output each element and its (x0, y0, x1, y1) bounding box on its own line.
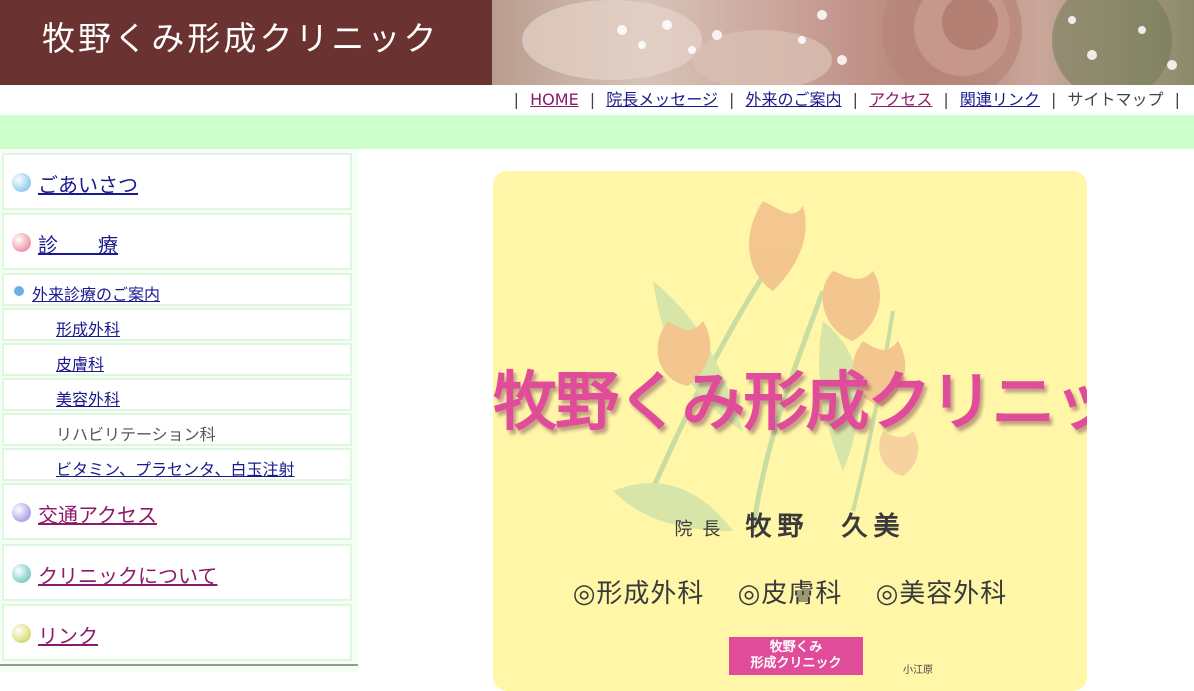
sidebar-item-label: リハビリテーション科 (56, 425, 216, 444)
nav-separator: | (1051, 90, 1057, 109)
sphere-bullet-icon (12, 233, 31, 252)
sidebar-item-rehabilitation: リハビリテーション科 (2, 413, 352, 446)
sidebar-item-label[interactable]: ごあいさつ (38, 169, 138, 198)
nav-related-links-link[interactable]: 関連リンク (960, 90, 1040, 109)
sidebar-item-cosmetic-surgery[interactable]: 美容外科 (2, 378, 352, 411)
sidebar-item-outpatient-guide[interactable]: 外来診療のご案内 (2, 273, 352, 306)
sphere-bullet-icon (12, 503, 31, 522)
sidebar-item-label[interactable]: 皮膚科 (56, 351, 104, 375)
sidebar-item-access[interactable]: 交通アクセス (2, 483, 352, 540)
poster-director: 院長 牧野 久美 (493, 506, 1087, 543)
badge-line-2: 形成クリニック (750, 656, 842, 671)
sidebar-item-label[interactable]: ビタミン、プラセンタ、白玉注射 (56, 456, 295, 480)
department-cosmetic-surgery: ◎美容外科 (875, 579, 1008, 609)
nav-separator: | (1174, 90, 1180, 109)
department-plastic-surgery: ◎形成外科 (572, 579, 705, 609)
department-dermatology: ◎皮膚科 (737, 579, 843, 609)
sidebar-bottom-border (0, 664, 358, 666)
sidebar-item-label[interactable]: リンク (38, 620, 98, 649)
sidebar-item-label[interactable]: 交通アクセス (38, 499, 157, 528)
title-block: 牧野くみ形成クリニック (0, 0, 492, 85)
nav-director-message-link[interactable]: 院長メッセージ (606, 90, 718, 109)
nav-sitemap-current: サイトマップ (1067, 90, 1164, 109)
nav-separator: | (943, 90, 949, 109)
sphere-bullet-icon (12, 564, 31, 583)
director-role: 院長 (674, 519, 731, 540)
nav-separator: | (729, 90, 735, 109)
sidebar-menu: ごあいさつ 診 療 外来診療のご案内 形成外科 皮膚科 美容外科 リハビリテーシ… (0, 151, 358, 672)
director-name: 牧野 久美 (745, 512, 906, 542)
nav-outpatient-link[interactable]: 外来のご案内 (746, 90, 842, 109)
poster-map-badge: 牧野くみ 形成クリニック (729, 637, 863, 675)
sidebar-item-treatment[interactable]: 診 療 (2, 213, 352, 270)
sidebar-item-label[interactable]: 診 療 (38, 229, 118, 258)
sidebar-item-links[interactable]: リンク (2, 604, 352, 661)
poster-departments: ◎形成外科 ◎皮膚科 ◎美容外科 (493, 573, 1087, 610)
clinic-poster-image: 牧野くみ形成クリニック 院長 牧野 久美 ◎形成外科 ◎皮膚科 ◎美容外科 牧野… (493, 171, 1087, 691)
top-navigation: | HOME | 院長メッセージ | 外来のご案内 | アクセス | 関連リンク… (508, 88, 1186, 112)
banner-flower-image (492, 0, 1194, 85)
site-header: 牧野くみ形成クリニック (0, 0, 1194, 85)
poster-map-label: 小江原 (903, 665, 933, 676)
sidebar-item-greeting[interactable]: ごあいさつ (2, 153, 352, 210)
sidebar-item-label[interactable]: クリニックについて (38, 560, 217, 589)
nav-home-link[interactable]: HOME (530, 90, 579, 109)
dot-bullet-icon (14, 286, 24, 296)
nav-separator: | (589, 90, 596, 109)
poster-clinic-title: 牧野くみ形成クリニック (493, 366, 1087, 440)
nav-access-link[interactable]: アクセス (869, 90, 932, 109)
sidebar-item-dermatology[interactable]: 皮膚科 (2, 343, 352, 376)
sidebar-item-label[interactable]: 形成外科 (56, 316, 120, 340)
sidebar-item-about-clinic[interactable]: クリニックについて (2, 544, 352, 601)
nav-separator: | (852, 90, 859, 109)
site-title: 牧野くみ形成クリニック (42, 19, 440, 58)
sidebar-item-label[interactable]: 外来診療のご案内 (32, 281, 160, 305)
nav-separator: | (513, 90, 520, 109)
sphere-bullet-icon (12, 624, 31, 643)
sidebar-item-vitamin-injection[interactable]: ビタミン、プラセンタ、白玉注射 (2, 448, 352, 481)
badge-line-1: 牧野くみ (769, 640, 823, 655)
sphere-bullet-icon (12, 173, 31, 192)
green-divider-band (0, 115, 1194, 149)
sidebar-item-plastic-surgery[interactable]: 形成外科 (2, 308, 352, 341)
sidebar-item-label[interactable]: 美容外科 (56, 386, 120, 410)
